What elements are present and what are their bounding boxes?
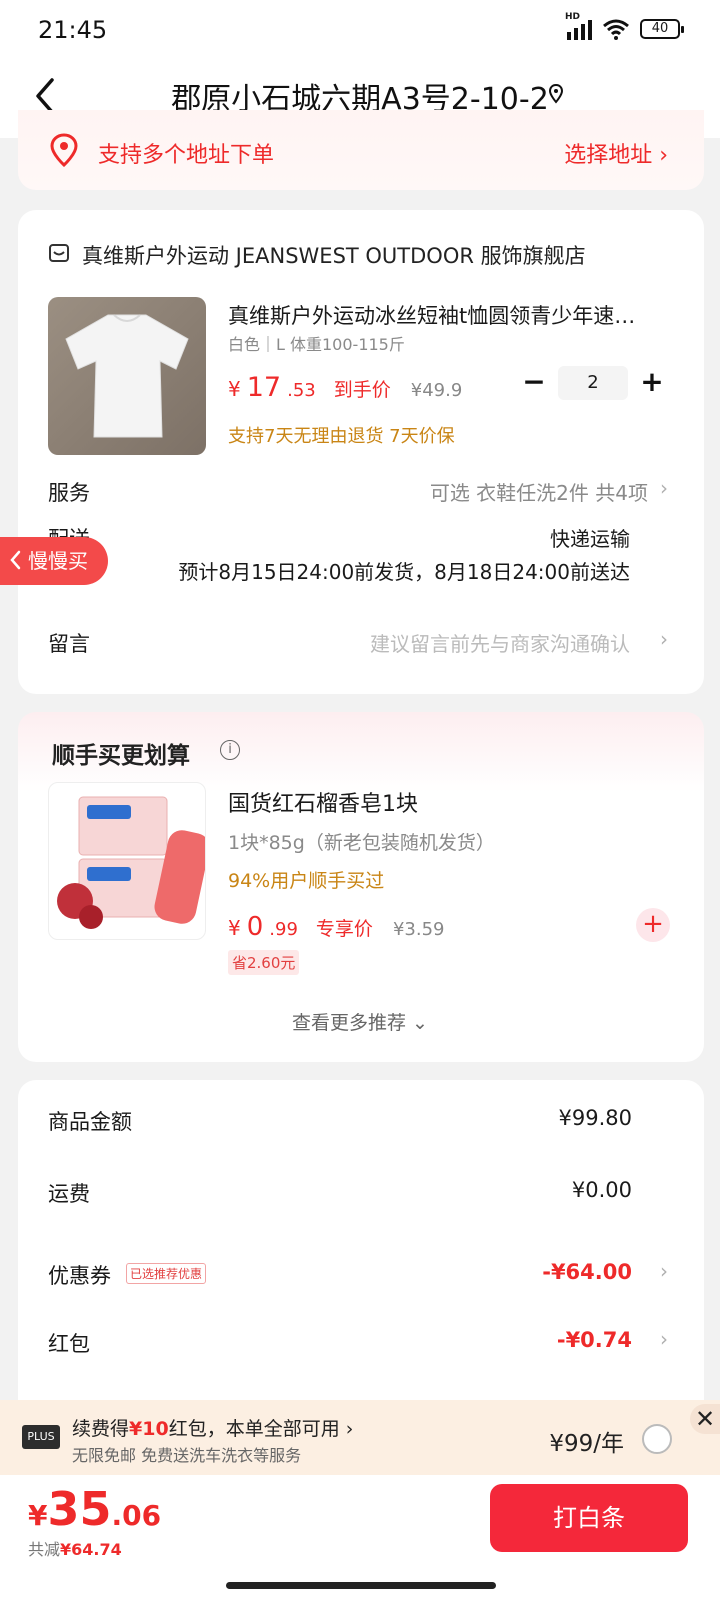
- addon-title: 顺手买更划算: [52, 743, 190, 769]
- addon-buy-rate: 94%用户顺手买过: [228, 870, 385, 892]
- shop-name[interactable]: 真维斯户外运动 JEANSWEST OUTDOOR 服饰旗舰店: [82, 240, 586, 270]
- location-pin-icon[interactable]: [548, 84, 564, 104]
- coupon-chevron-icon[interactable]: ›: [660, 1259, 668, 1283]
- increase-quantity-button[interactable]: +: [636, 367, 668, 399]
- addon-original-price: ¥3.59: [392, 919, 445, 940]
- add-addon-button[interactable]: +: [636, 908, 670, 942]
- original-price: ¥49.9: [410, 380, 463, 401]
- remark-input[interactable]: 建议留言前先与商家沟通确认: [370, 628, 630, 657]
- coupon-value[interactable]: -¥64.00: [542, 1260, 632, 1284]
- plus-price: ¥99/年: [549, 1431, 624, 1457]
- cellular-signal-icon: HD: [565, 12, 592, 40]
- shop-icon[interactable]: [48, 242, 70, 264]
- multi-address-text: 支持多个地址下单: [98, 143, 275, 168]
- remark-label: 留言: [48, 632, 90, 656]
- plus-offer-prefix: 续费得: [72, 1418, 130, 1440]
- price-decimal: .53: [287, 380, 316, 401]
- price-label: 到手价: [333, 379, 391, 401]
- coupon-label: 优惠券: [48, 1264, 111, 1288]
- addon-price-currency: ¥: [228, 916, 241, 940]
- total-savings[interactable]: 共减¥64.74: [28, 1536, 122, 1560]
- red-packet-label: 红包: [48, 1332, 90, 1356]
- addon-product-name[interactable]: 国货红石榴香皂1块: [228, 786, 418, 818]
- product-title[interactable]: 真维斯户外运动冰丝短袖t恤圆领青少年速…: [228, 300, 668, 330]
- wifi-icon: [603, 19, 629, 40]
- red-packet-chevron-icon[interactable]: ›: [660, 1327, 668, 1351]
- product-price: ¥17.53 到手价 ¥49.9: [228, 372, 462, 403]
- coupon-recommended-tag: 已选推荐优惠: [126, 1263, 207, 1284]
- chevron-left-icon: [10, 550, 21, 570]
- addon-savings-badge: 省2.60元: [228, 950, 300, 975]
- plus-benefits: 无限免邮 免费送洗车洗衣等服务: [72, 1446, 302, 1465]
- plus-offer-amount: ¥10: [129, 1418, 169, 1440]
- total-integer: 35: [47, 1482, 112, 1536]
- plus-renewal-offer[interactable]: 续费得¥10红包，本单全部可用 ›: [72, 1414, 353, 1441]
- addon-product-spec: 1块*85g（新老包装随机发货）: [228, 832, 495, 854]
- price-integer: 17: [246, 372, 282, 403]
- battery-icon: 40: [640, 19, 684, 39]
- price-currency: ¥: [228, 377, 241, 401]
- goods-amount-value: ¥99.80: [558, 1106, 632, 1130]
- quantity-stepper: − 2 +: [518, 366, 668, 400]
- plus-offer-suffix: 红包，本单全部可用 ›: [168, 1418, 354, 1440]
- goods-amount-label: 商品金额: [48, 1110, 132, 1134]
- service-chevron-icon[interactable]: ›: [660, 476, 668, 500]
- delivery-time: 预计8月15日24:00前发货，8月18日24:00前送达: [178, 560, 630, 584]
- status-icons: HD 40: [565, 12, 684, 40]
- total-price: ¥35.06: [28, 1482, 161, 1536]
- addon-product-image[interactable]: [48, 782, 206, 940]
- return-policy: 支持7天无理由退货 7天价保: [228, 426, 455, 447]
- decrease-quantity-button[interactable]: −: [518, 367, 550, 399]
- addon-price-decimal: .99: [269, 919, 298, 940]
- addon-price-integer: 0: [246, 912, 264, 942]
- total-currency: ¥: [28, 1499, 48, 1532]
- service-value[interactable]: 可选 衣鞋任洗2件 共4项: [430, 477, 648, 506]
- see-more-recommendations[interactable]: 查看更多推荐 ⌄: [0, 1008, 720, 1035]
- select-address-link[interactable]: 选择地址 ›: [564, 137, 668, 169]
- red-packet-value[interactable]: -¥0.74: [557, 1328, 632, 1352]
- status-time: 21:45: [38, 16, 108, 44]
- location-marker-icon: [50, 133, 78, 168]
- remark-chevron-icon[interactable]: ›: [660, 627, 668, 651]
- close-icon[interactable]: ✕: [690, 1404, 720, 1434]
- total-decimal: .06: [111, 1499, 162, 1532]
- savings-label: 共减: [28, 1540, 61, 1559]
- info-icon[interactable]: i: [220, 740, 240, 760]
- shipping-label: 运费: [48, 1182, 90, 1206]
- shipping-value: ¥0.00: [571, 1178, 632, 1202]
- service-label: 服务: [48, 481, 90, 505]
- home-indicator[interactable]: [226, 1582, 496, 1589]
- addon-price-label: 专享价: [315, 918, 373, 940]
- checkout-button[interactable]: 打白条: [490, 1484, 688, 1552]
- savings-value: ¥64.74: [60, 1540, 122, 1559]
- plus-badge: PLUS: [22, 1425, 60, 1449]
- network-badge: HD: [565, 12, 581, 22]
- product-spec[interactable]: 白色｜L 体重100-115斤: [228, 331, 405, 355]
- delivery-method: 快递运输: [550, 527, 630, 551]
- product-image[interactable]: [48, 297, 206, 455]
- addon-price: ¥0.99 专享价 ¥3.59: [228, 912, 444, 942]
- plus-select-radio[interactable]: [642, 1424, 672, 1454]
- quantity-input[interactable]: 2: [558, 366, 628, 400]
